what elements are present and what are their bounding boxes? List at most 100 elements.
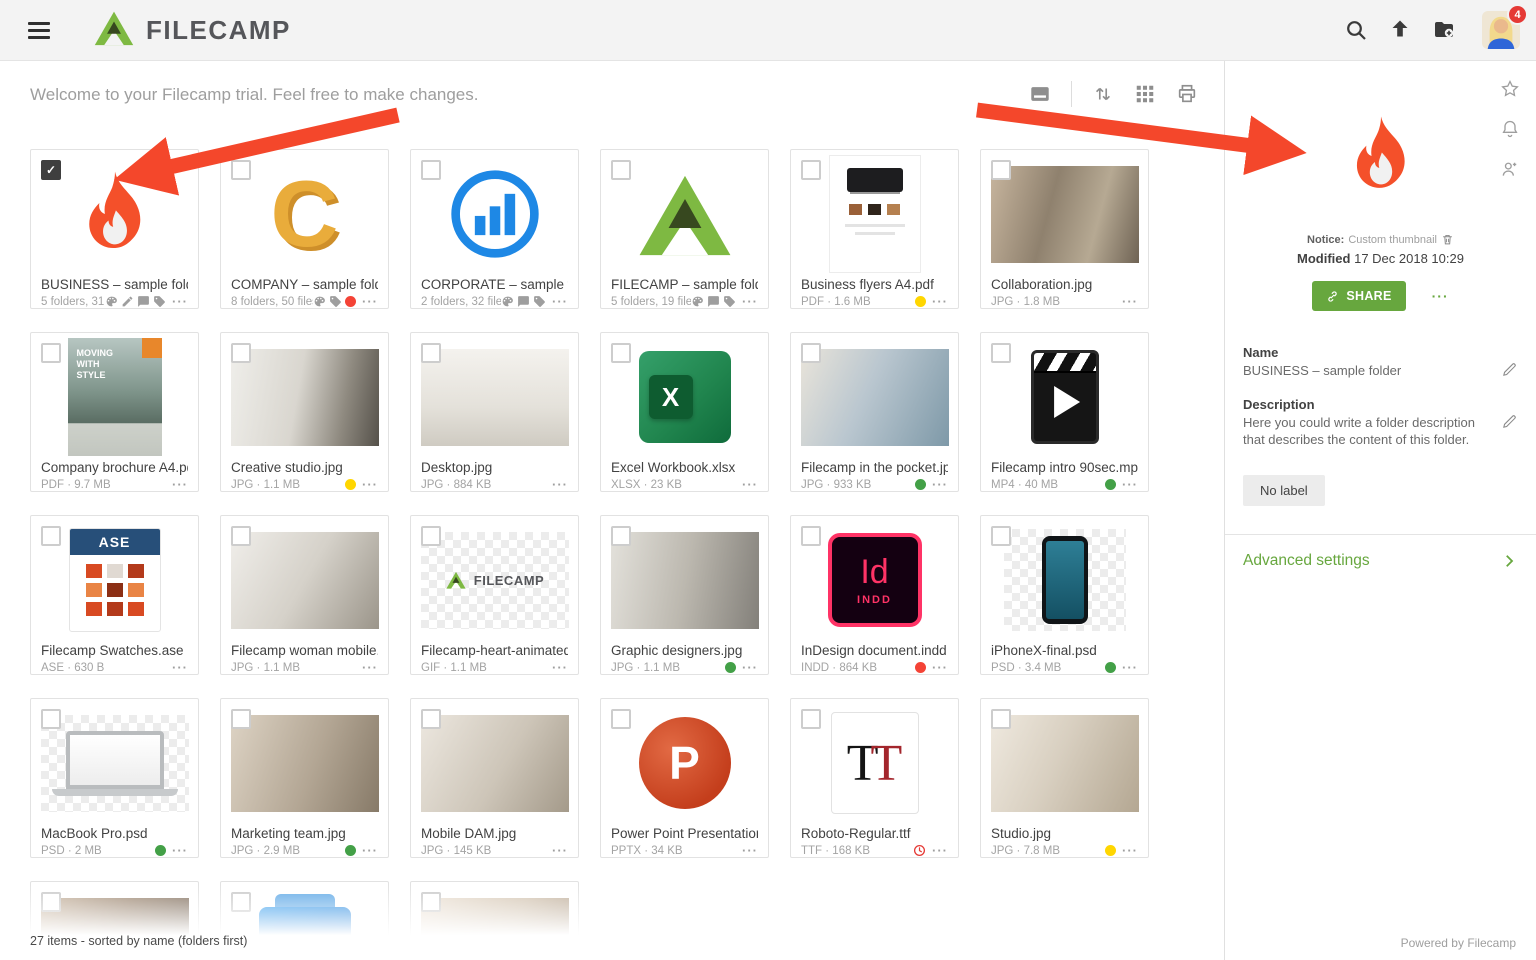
item-more-menu[interactable]: ··· bbox=[172, 844, 188, 857]
upload-icon[interactable] bbox=[1388, 18, 1412, 42]
file-card[interactable]: MOVING WITH STYLE Company brochure A4.pd… bbox=[30, 332, 199, 492]
item-checkbox[interactable] bbox=[421, 709, 441, 729]
file-card[interactable]: Desktop.jpg JPG · 884 KB ··· bbox=[410, 332, 579, 492]
item-checkbox[interactable] bbox=[801, 526, 821, 546]
item-more-menu[interactable]: ··· bbox=[932, 661, 948, 674]
file-card[interactable]: C COMPANY – sample folder 8 folders, 50 … bbox=[220, 149, 389, 309]
item-checkbox[interactable] bbox=[41, 709, 61, 729]
file-card[interactable]: Creative studio.jpg JPG · 1.1 MB ··· bbox=[220, 332, 389, 492]
file-card[interactable]: Filecamp in the pocket.jpg JPG · 933 KB … bbox=[790, 332, 959, 492]
file-card[interactable]: Graphic designers.jpg JPG · 1.1 MB ··· bbox=[600, 515, 769, 675]
file-card[interactable]: Marketing team.jpg JPG · 2.9 MB ··· bbox=[220, 698, 389, 858]
item-more-menu[interactable]: ··· bbox=[742, 295, 758, 308]
file-card[interactable]: CORPORATE – sample folder 2 folders, 32 … bbox=[410, 149, 579, 309]
file-card[interactable]: Filecamp woman mobile.jpg JPG · 1.1 MB ·… bbox=[220, 515, 389, 675]
file-card[interactable]: iPhoneX-final.psd PSD · 3.4 MB ··· bbox=[980, 515, 1149, 675]
tag-icon bbox=[153, 295, 166, 308]
item-checkbox[interactable] bbox=[231, 526, 251, 546]
grid-view-icon[interactable] bbox=[1134, 83, 1156, 105]
item-checkbox[interactable] bbox=[611, 526, 631, 546]
item-more-menu[interactable]: ··· bbox=[932, 295, 948, 308]
item-checkbox[interactable] bbox=[991, 160, 1011, 180]
item-more-menu[interactable]: ··· bbox=[742, 844, 758, 857]
file-card[interactable]: Filecamp intro 90sec.mp4 MP4 · 40 MB ··· bbox=[980, 332, 1149, 492]
item-checkbox[interactable] bbox=[421, 343, 441, 363]
add-folder-icon[interactable] bbox=[1432, 18, 1456, 42]
item-checkbox[interactable] bbox=[991, 709, 1011, 729]
item-more-menu[interactable]: ··· bbox=[1122, 295, 1138, 308]
file-card[interactable]: Business flyers A4.pdf PDF · 1.6 MB ··· bbox=[790, 149, 959, 309]
file-card[interactable]: X Excel Workbook.xlsx XLSX · 23 KB ··· bbox=[600, 332, 769, 492]
edit-description-icon[interactable] bbox=[1501, 413, 1518, 430]
item-checkbox[interactable] bbox=[421, 160, 441, 180]
file-card[interactable]: W ··· bbox=[220, 881, 389, 960]
item-more-menu[interactable]: ··· bbox=[552, 844, 568, 857]
file-card[interactable]: FILECAMP – sample folder 5 folders, 19 f… bbox=[600, 149, 769, 309]
item-checkbox[interactable] bbox=[231, 892, 251, 912]
item-checkbox[interactable] bbox=[41, 343, 61, 363]
item-more-menu[interactable]: ··· bbox=[172, 661, 188, 674]
notifications-bell-icon[interactable] bbox=[1500, 119, 1520, 139]
item-checkbox[interactable] bbox=[801, 709, 821, 729]
item-checkbox[interactable] bbox=[421, 526, 441, 546]
file-card[interactable]: ··· bbox=[30, 881, 199, 960]
item-more-menu[interactable]: ··· bbox=[1122, 661, 1138, 674]
item-checkbox[interactable] bbox=[231, 343, 251, 363]
favorite-star-icon[interactable] bbox=[1500, 79, 1520, 99]
share-user-icon[interactable] bbox=[1500, 159, 1520, 179]
item-more-menu[interactable]: ··· bbox=[362, 478, 378, 491]
item-checkbox[interactable] bbox=[801, 343, 821, 363]
menu-icon[interactable] bbox=[24, 18, 54, 43]
item-more-menu[interactable]: ··· bbox=[362, 844, 378, 857]
item-more-menu[interactable]: ··· bbox=[172, 295, 188, 308]
file-card[interactable]: Mobile DAM.jpg JPG · 145 KB ··· bbox=[410, 698, 579, 858]
item-more-menu[interactable]: ··· bbox=[742, 661, 758, 674]
file-card[interactable]: MacBook Pro.psd PSD · 2 MB ··· bbox=[30, 698, 199, 858]
delete-thumbnail-icon[interactable] bbox=[1441, 233, 1454, 246]
item-checkbox[interactable] bbox=[991, 526, 1011, 546]
item-checkbox[interactable] bbox=[231, 160, 251, 180]
item-more-menu[interactable]: ··· bbox=[552, 478, 568, 491]
item-more-menu[interactable]: ··· bbox=[1122, 478, 1138, 491]
file-card[interactable]: ✓ BUSINESS – sample folder 5 folders, 31… bbox=[30, 149, 199, 309]
file-card[interactable]: ··· bbox=[410, 881, 579, 960]
file-card[interactable]: TT Roboto-Regular.ttf TTF · 168 KB ··· bbox=[790, 698, 959, 858]
item-more-menu[interactable]: ··· bbox=[552, 295, 568, 308]
label-chip[interactable]: No label bbox=[1243, 475, 1325, 506]
card-view-icon[interactable] bbox=[1029, 83, 1051, 105]
item-checkbox[interactable] bbox=[41, 526, 61, 546]
file-card[interactable]: Collaboration.jpg JPG · 1.8 MB ··· bbox=[980, 149, 1149, 309]
item-more-menu[interactable]: ··· bbox=[172, 478, 188, 491]
item-checkbox[interactable] bbox=[611, 709, 631, 729]
print-icon[interactable] bbox=[1176, 83, 1198, 105]
advanced-settings-link[interactable]: Advanced settings bbox=[1243, 552, 1518, 570]
user-avatar[interactable]: 4 bbox=[1482, 11, 1520, 49]
item-more-menu[interactable]: ··· bbox=[932, 844, 948, 857]
edit-name-icon[interactable] bbox=[1501, 361, 1518, 378]
item-more-menu[interactable]: ··· bbox=[1122, 844, 1138, 857]
folder-more-menu[interactable]: ··· bbox=[1432, 288, 1449, 304]
item-checkbox[interactable] bbox=[991, 343, 1011, 363]
file-card[interactable]: P Power Point Presentation.pptx PPTX · 3… bbox=[600, 698, 769, 858]
share-button[interactable]: SHARE bbox=[1312, 281, 1405, 311]
item-more-menu[interactable]: ··· bbox=[932, 478, 948, 491]
item-name: Business flyers A4.pdf bbox=[801, 277, 948, 294]
file-card[interactable]: FILECAMP Filecamp-heart-animated.gif GIF… bbox=[410, 515, 579, 675]
file-card[interactable]: ASE Filecamp Swatches.ase ASE · 630 B ··… bbox=[30, 515, 199, 675]
item-checkbox[interactable] bbox=[421, 892, 441, 912]
file-card[interactable]: IdINDD InDesign document.indd INDD · 864… bbox=[790, 515, 959, 675]
item-checkbox[interactable] bbox=[801, 160, 821, 180]
item-more-menu[interactable]: ··· bbox=[362, 661, 378, 674]
item-more-menu[interactable]: ··· bbox=[742, 478, 758, 491]
item-checkbox[interactable] bbox=[41, 892, 61, 912]
file-card[interactable]: Studio.jpg JPG · 7.8 MB ··· bbox=[980, 698, 1149, 858]
item-checkbox[interactable] bbox=[231, 709, 251, 729]
search-icon[interactable] bbox=[1344, 18, 1368, 42]
item-more-menu[interactable]: ··· bbox=[552, 661, 568, 674]
item-checkbox[interactable] bbox=[611, 160, 631, 180]
filecamp-logo[interactable]: FILECAMP bbox=[92, 10, 291, 51]
sort-icon[interactable] bbox=[1092, 83, 1114, 105]
item-more-menu[interactable]: ··· bbox=[362, 295, 378, 308]
item-checkbox[interactable] bbox=[611, 343, 631, 363]
item-checkbox[interactable]: ✓ bbox=[41, 160, 61, 180]
